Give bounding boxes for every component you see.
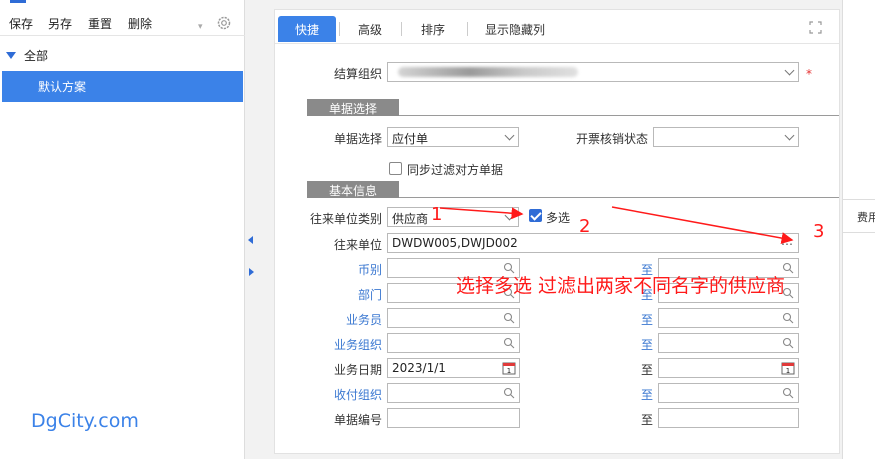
tree-node-label: 默认方案 bbox=[38, 80, 87, 94]
sync-filter-label: 同步过滤对方单据 bbox=[407, 163, 504, 177]
section-header-doc-select: 单据选择 bbox=[307, 99, 839, 116]
expand-triangle-icon[interactable] bbox=[6, 52, 16, 59]
tree-node-default-scheme[interactable]: 默认方案 bbox=[2, 71, 243, 102]
save-button[interactable]: 保存 bbox=[9, 15, 33, 32]
partner-value: DWDW005,DWJD002 bbox=[392, 236, 518, 250]
biz-org-from-input[interactable] bbox=[387, 333, 520, 353]
invoice-status-dropdown[interactable] bbox=[653, 127, 799, 147]
chevron-down-icon bbox=[784, 130, 795, 141]
calendar-icon[interactable]: 1 bbox=[781, 361, 795, 375]
save-as-button[interactable]: 另存 bbox=[48, 15, 72, 32]
doc-select-dropdown[interactable]: 应付单 bbox=[387, 127, 519, 147]
filter-panel: 快捷 高级 排序 显示隐藏列 结算组织 * 单据选择 单据选择 应付单 开票核销… bbox=[274, 9, 840, 454]
partner-type-dropdown[interactable]: 供应商 bbox=[387, 207, 519, 227]
delete-button[interactable]: 删除 bbox=[128, 15, 152, 32]
fullscreen-icon[interactable] bbox=[809, 21, 822, 34]
annotation-number-2: 2 bbox=[579, 216, 591, 237]
section-title: 单据选择 bbox=[307, 99, 399, 116]
salesman-to-input[interactable] bbox=[658, 308, 799, 328]
doc-select-label: 单据选择 bbox=[333, 132, 382, 146]
multi-select-checkbox[interactable] bbox=[529, 209, 542, 222]
to-label: 至 bbox=[641, 413, 654, 427]
partner-type-label: 往来单位类别 bbox=[309, 212, 382, 226]
tab-show-hide-columns[interactable]: 显示隐藏列 bbox=[475, 16, 555, 42]
collapse-left-arrow-icon[interactable] bbox=[248, 236, 253, 244]
biz-org-label[interactable]: 业务组织 bbox=[315, 336, 382, 353]
svg-text:1: 1 bbox=[786, 367, 790, 375]
required-mark: * bbox=[806, 67, 812, 81]
top-accent-bar bbox=[10, 0, 26, 3]
watermark-logo: DgCity.com bbox=[31, 410, 139, 432]
dept-label[interactable]: 部门 bbox=[315, 286, 382, 303]
filter-tabs: 快捷 高级 排序 显示隐藏列 bbox=[275, 10, 839, 44]
tab-separator bbox=[401, 22, 402, 36]
multi-select-label: 多选 bbox=[546, 211, 571, 225]
pay-org-to-input[interactable] bbox=[658, 383, 799, 403]
tab-separator bbox=[339, 22, 340, 36]
partner-input[interactable]: DWDW005,DWJD002 … bbox=[387, 233, 799, 253]
to-label: 至 bbox=[641, 338, 654, 352]
biz-date-label: 业务日期 bbox=[333, 363, 382, 377]
annotation-note: 选择多选 过滤出两家不同名字的供应商 bbox=[456, 275, 786, 297]
settlement-org-label: 结算组织 bbox=[333, 67, 382, 81]
reset-button[interactable]: 重置 bbox=[88, 15, 112, 32]
svg-text:1: 1 bbox=[507, 367, 511, 375]
to-label: 至 bbox=[641, 388, 654, 402]
tab-advanced[interactable]: 高级 bbox=[345, 16, 395, 42]
tab-quick[interactable]: 快捷 bbox=[278, 16, 336, 42]
biz-date-value: 2023/1/1 bbox=[392, 361, 446, 375]
doc-no-to-input[interactable] bbox=[658, 408, 799, 428]
sync-filter-checkbox[interactable] bbox=[389, 162, 402, 175]
tree-node-all[interactable]: 全部 bbox=[6, 47, 48, 64]
scheme-toolbar: 保存 另存 重置 删除 ▾ bbox=[0, 10, 245, 36]
section-header-basic-info: 基本信息 bbox=[307, 181, 839, 198]
biz-org-to-input[interactable] bbox=[658, 333, 799, 353]
chevron-down-icon bbox=[504, 210, 515, 221]
tree-node-label: 全部 bbox=[24, 49, 49, 63]
pay-org-label[interactable]: 收付组织 bbox=[315, 386, 382, 403]
search-icon[interactable] bbox=[503, 337, 515, 349]
to-label: 至 bbox=[641, 313, 654, 327]
side-tab-expense[interactable]: 费用 bbox=[842, 199, 875, 233]
doc-select-value: 应付单 bbox=[392, 132, 429, 146]
partner-label: 往来单位 bbox=[333, 238, 382, 252]
chevron-down-icon bbox=[784, 65, 795, 76]
section-title: 基本信息 bbox=[307, 181, 399, 198]
sort-icon[interactable]: ▾ bbox=[198, 22, 203, 32]
settlement-org-select[interactable] bbox=[387, 62, 799, 82]
doc-no-label: 单据编号 bbox=[333, 413, 382, 427]
to-label: 至 bbox=[641, 363, 654, 377]
salesman-from-input[interactable] bbox=[387, 308, 520, 328]
expand-right-arrow-icon[interactable] bbox=[249, 268, 254, 276]
search-icon[interactable] bbox=[782, 337, 794, 349]
search-icon[interactable] bbox=[503, 312, 515, 324]
search-icon[interactable] bbox=[782, 387, 794, 399]
currency-label[interactable]: 币别 bbox=[315, 261, 382, 278]
redacted-org-name bbox=[398, 67, 578, 77]
more-icon[interactable]: … bbox=[781, 234, 793, 248]
annotation-number-3: 3 bbox=[813, 221, 825, 242]
gear-icon[interactable] bbox=[216, 15, 232, 31]
biz-date-from-input[interactable]: 2023/1/1 1 bbox=[387, 358, 520, 378]
partner-type-value: 供应商 bbox=[392, 212, 429, 226]
search-icon[interactable] bbox=[782, 312, 794, 324]
pay-org-from-input[interactable] bbox=[387, 383, 520, 403]
chevron-down-icon bbox=[504, 130, 515, 141]
search-icon[interactable] bbox=[503, 387, 515, 399]
doc-no-from-input[interactable] bbox=[387, 408, 520, 428]
invoice-status-label: 开票核销状态 bbox=[575, 132, 648, 146]
calendar-icon[interactable]: 1 bbox=[502, 361, 516, 375]
annotation-number-1: 1 bbox=[431, 204, 443, 225]
salesman-label[interactable]: 业务员 bbox=[315, 311, 382, 328]
tab-sort[interactable]: 排序 bbox=[408, 16, 458, 42]
tab-separator bbox=[467, 22, 468, 36]
biz-date-to-input[interactable]: 1 bbox=[658, 358, 799, 378]
scheme-panel: 保存 另存 重置 删除 ▾ 全部 默认方案 DgCity.com bbox=[0, 0, 245, 459]
